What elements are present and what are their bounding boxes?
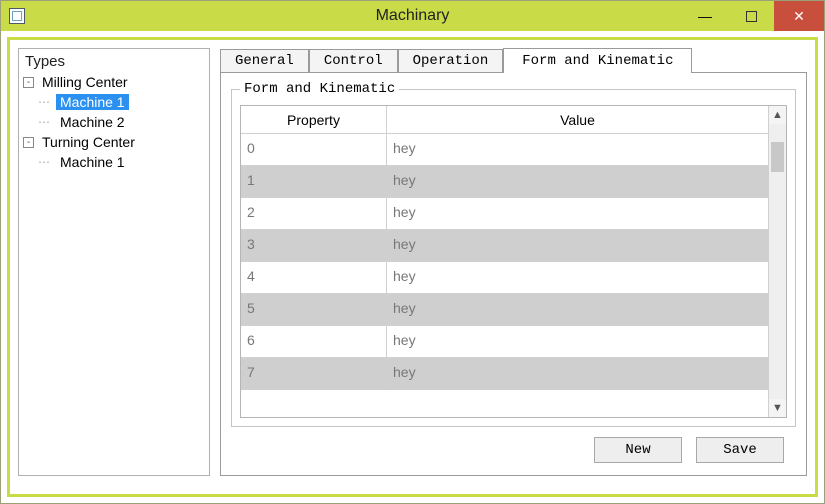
cell-value: hey xyxy=(387,326,768,357)
column-header-property[interactable]: Property xyxy=(241,106,387,133)
vertical-scrollbar[interactable]: ▲ ▼ xyxy=(768,106,786,417)
tab-general[interactable]: General xyxy=(220,49,309,72)
maximize-button[interactable] xyxy=(728,1,774,31)
tab-operation[interactable]: Operation xyxy=(398,49,504,72)
cell-property: 0 xyxy=(241,134,387,165)
tree-label: Machine 2 xyxy=(56,114,129,130)
minimize-icon: — xyxy=(698,8,712,24)
fieldset-legend: Form and Kinematic xyxy=(240,81,399,97)
cell-property: 5 xyxy=(241,294,387,325)
tree-toggle-icon[interactable]: - xyxy=(23,77,34,88)
tree-label: Milling Center xyxy=(38,74,132,90)
table-row[interactable]: 5 hey xyxy=(241,294,768,326)
table-row[interactable]: 0 hey xyxy=(241,134,768,166)
tree-node-tc-machine-1[interactable]: ⋯ Machine 1 xyxy=(19,152,209,172)
client-area: Types - Milling Center ⋯ Machine 1 ⋯ Mac… xyxy=(7,37,818,497)
right-panel: General Control Operation Form and Kinem… xyxy=(220,48,807,476)
tree-node-machine-2[interactable]: ⋯ Machine 2 xyxy=(19,112,209,132)
cell-property: 6 xyxy=(241,326,387,357)
window-buttons: — ✕ xyxy=(682,1,824,31)
table-row[interactable]: 7 hey xyxy=(241,358,768,390)
tab-form-kinematic[interactable]: Form and Kinematic xyxy=(503,48,692,73)
scroll-thumb[interactable] xyxy=(771,142,784,172)
grid-header: Property Value xyxy=(241,106,768,134)
titlebar[interactable]: Machinary — ✕ xyxy=(1,1,824,31)
scroll-up-icon[interactable]: ▲ xyxy=(769,106,786,124)
cell-value: hey xyxy=(387,134,768,165)
cell-property: 7 xyxy=(241,358,387,390)
tree-node-machine-1[interactable]: ⋯ Machine 1 xyxy=(19,92,209,112)
button-row: New Save xyxy=(231,427,796,463)
new-button[interactable]: New xyxy=(594,437,682,463)
tree-node-turning-center[interactable]: - Turning Center xyxy=(19,132,209,152)
tree-connector-icon: ⋯ xyxy=(38,155,56,169)
cell-value: hey xyxy=(387,294,768,325)
cell-value: hey xyxy=(387,262,768,293)
save-button[interactable]: Save xyxy=(696,437,784,463)
cell-value: hey xyxy=(387,230,768,261)
machinary-window: Machinary — ✕ Types - Milling Center ⋯ xyxy=(0,0,825,504)
cell-property: 2 xyxy=(241,198,387,229)
tree-label: Machine 1 xyxy=(56,94,129,110)
cell-value: hey xyxy=(387,198,768,229)
form-kinematic-fieldset: Form and Kinematic Property Value 0 hey xyxy=(231,81,796,427)
tree-toggle-icon[interactable]: - xyxy=(23,137,34,148)
cell-property: 1 xyxy=(241,166,387,197)
types-tree-panel: Types - Milling Center ⋯ Machine 1 ⋯ Mac… xyxy=(18,48,210,476)
property-grid: Property Value 0 hey 1 hey xyxy=(240,105,787,418)
scroll-down-icon[interactable]: ▼ xyxy=(769,399,786,417)
tree-heading: Types xyxy=(19,49,209,72)
table-row[interactable]: 2 hey xyxy=(241,198,768,230)
tree-node-milling-center[interactable]: - Milling Center xyxy=(19,72,209,92)
close-button[interactable]: ✕ xyxy=(774,1,824,31)
tree-connector-icon: ⋯ xyxy=(38,115,56,129)
tabs-row: General Control Operation Form and Kinem… xyxy=(220,48,807,72)
cell-property: 4 xyxy=(241,262,387,293)
scroll-track[interactable] xyxy=(769,124,786,399)
maximize-icon xyxy=(746,11,757,22)
cell-value: hey xyxy=(387,358,768,390)
grid-rows: 0 hey 1 hey 2 hey xyxy=(241,134,768,417)
tab-content: Form and Kinematic Property Value 0 hey xyxy=(220,72,807,476)
minimize-button[interactable]: — xyxy=(682,1,728,31)
table-row[interactable]: 4 hey xyxy=(241,262,768,294)
tree-label: Machine 1 xyxy=(56,154,129,170)
column-header-value[interactable]: Value xyxy=(387,106,768,133)
table-row[interactable]: 1 hey xyxy=(241,166,768,198)
app-icon xyxy=(9,8,25,24)
table-row[interactable]: 6 hey xyxy=(241,326,768,358)
tree-label: Turning Center xyxy=(38,134,139,150)
close-icon: ✕ xyxy=(793,8,805,25)
tab-control[interactable]: Control xyxy=(309,49,398,72)
tree-connector-icon: ⋯ xyxy=(38,95,56,109)
table-row[interactable]: 3 hey xyxy=(241,230,768,262)
cell-value: hey xyxy=(387,166,768,197)
cell-property: 3 xyxy=(241,230,387,261)
grid-body: Property Value 0 hey 1 hey xyxy=(241,106,768,417)
